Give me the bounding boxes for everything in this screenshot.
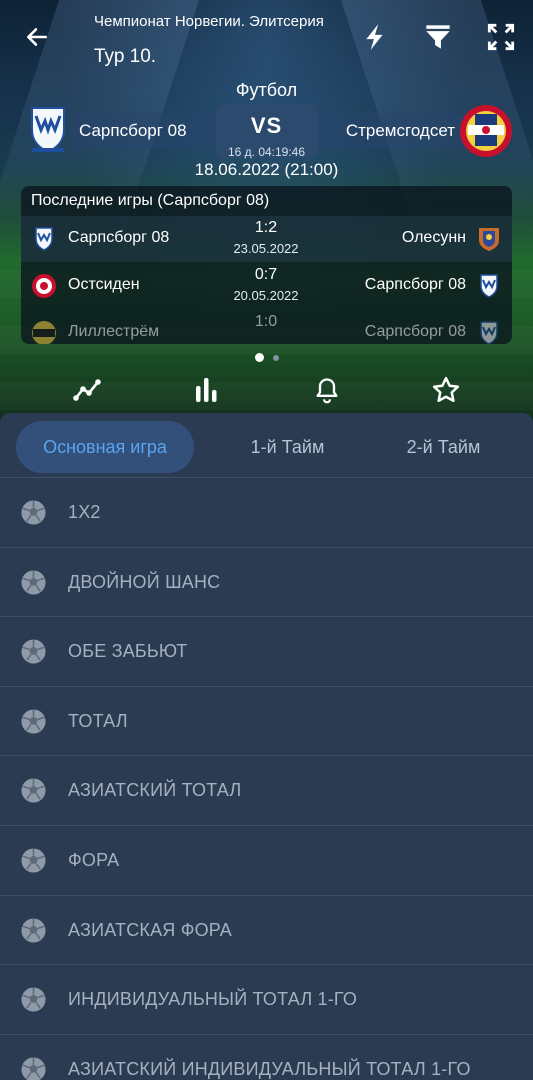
- soccer-ball-icon: [20, 638, 47, 665]
- soccer-ball-icon: [20, 569, 47, 596]
- score: 1:2: [254, 219, 278, 236]
- market-label: 1X2: [68, 502, 101, 522]
- away-team-name[interactable]: Стремсгодсет: [313, 113, 463, 149]
- vs-box: VS 16 д. 04:19:46: [216, 104, 317, 159]
- bell-icon: [316, 378, 338, 404]
- back-button[interactable]: [20, 20, 54, 54]
- away-team: Олесунн: [401, 229, 466, 246]
- line-chart-icon: [73, 379, 101, 401]
- home-team-label: Сарпсборг 08: [79, 121, 187, 140]
- game-row[interactable]: Лиллестрём 1:0 Сарпсборг 08: [21, 310, 512, 344]
- league-name: Чемпионат Норвегии. Элитсерия: [94, 13, 324, 30]
- expand-icon: [487, 23, 515, 51]
- market-label: ОБЕ ЗАБЬЮТ: [68, 641, 188, 662]
- soccer-ball-icon: [20, 847, 47, 874]
- soccer-ball-icon: [20, 777, 47, 804]
- match-date: 23.05.2022: [233, 241, 299, 256]
- team-logo: [32, 274, 56, 298]
- sport-label: Футбол: [235, 80, 298, 100]
- notify-button[interactable]: [309, 373, 345, 407]
- star-icon: [432, 376, 460, 402]
- home-team: Остсиден: [68, 276, 140, 293]
- market-row[interactable]: АЗИАТСКИЙ ТОТАЛ: [0, 755, 533, 824]
- away-team: Сарпсборг 08: [364, 276, 466, 293]
- market-label: ТОТАЛ: [68, 710, 128, 731]
- score: 1:0: [254, 313, 278, 330]
- bar-chart-icon: [196, 378, 217, 402]
- away-team-label: Стремсгодсет: [345, 121, 455, 140]
- market-row[interactable]: ТОТАЛ: [0, 685, 533, 755]
- market-label: АЗИАТСКИЙ ИНДИВИДУАЛЬНЫЙ ТОТАЛ 1-ГО: [68, 1058, 471, 1079]
- favorite-button[interactable]: [428, 373, 464, 407]
- match-date: 20.05.2022: [233, 288, 299, 303]
- vs-label: VS: [250, 113, 283, 138]
- kickoff-datetime: 18.06.2022 (21:00): [194, 160, 339, 179]
- game-row[interactable]: Сарпсборг 08 1:2 23.05.2022 Олесунн: [21, 216, 512, 262]
- stats-bars-button[interactable]: [188, 373, 224, 407]
- market-label: АЗИАТСКИЙ ТОТАЛ: [68, 780, 242, 801]
- score: 0:7: [254, 266, 278, 283]
- market-label: ФОРА: [68, 850, 120, 870]
- fullscreen-button[interactable]: [484, 20, 518, 54]
- market-row[interactable]: АЗИАТСКИЙ ИНДИВИДУАЛЬНЫЙ ТОТАЛ 1-ГО: [0, 1033, 533, 1080]
- action-row: [0, 368, 533, 412]
- home-team-logo[interactable]: [22, 104, 74, 156]
- away-team-logo[interactable]: [459, 104, 513, 158]
- stats-line-button[interactable]: [69, 373, 105, 407]
- team-logo: [32, 321, 56, 344]
- home-team-name[interactable]: Сарпсборг 08: [70, 113, 220, 149]
- filter-button[interactable]: [421, 20, 455, 54]
- soccer-ball-icon: [20, 1056, 47, 1080]
- market-row[interactable]: ИНДИВИДУАЛЬНЫЙ ТОТАЛ 1-ГО: [0, 964, 533, 1033]
- flash-button[interactable]: [358, 20, 392, 54]
- countdown-timer: 16 д. 04:19:46: [227, 145, 306, 159]
- match-header: Чемпионат Норвегии. Элитсерия Тур 10. Фу…: [0, 0, 533, 420]
- market-row[interactable]: 1X2: [0, 477, 533, 546]
- away-team: Сарпсборг 08: [364, 323, 466, 340]
- soccer-ball-icon: [20, 986, 47, 1013]
- team-logo: [479, 228, 499, 251]
- market-label: ИНДИВИДУАЛЬНЫЙ ТОТАЛ 1-ГО: [68, 989, 358, 1010]
- home-team: Сарпсборг 08: [68, 229, 170, 246]
- last-games-title: Последние игры (Сарпсборг 08): [31, 192, 270, 209]
- tab-main-game[interactable]: Основная игра: [16, 421, 194, 473]
- pager-dots[interactable]: [0, 353, 533, 362]
- market-row[interactable]: ДВОЙНОЙ ШАНС: [0, 546, 533, 616]
- team-logo: [480, 274, 498, 298]
- round-label: Тур 10.: [94, 46, 157, 67]
- team-logo: [480, 321, 498, 344]
- lightning-icon: [366, 24, 383, 50]
- pager-dot[interactable]: [272, 354, 279, 361]
- top-bar: Чемпионат Норвегии. Элитсерия Тур 10.: [0, 0, 533, 80]
- last-games-panel[interactable]: Последние игры (Сарпсборг 08) Сарпсборг …: [21, 186, 512, 344]
- soccer-ball-icon: [20, 499, 47, 526]
- home-team: Лиллестрём: [68, 323, 160, 340]
- filter-icon: [426, 25, 450, 49]
- soccer-ball-icon: [20, 708, 47, 735]
- period-tabs: Основная игра 1-й Тайм 2-й Тайм: [0, 413, 533, 477]
- market-label: ДВОЙНОЙ ШАНС: [68, 571, 221, 592]
- markets-sheet: Основная игра 1-й Тайм 2-й Тайм 1X2 ДВОЙН…: [0, 413, 533, 1080]
- tab-second-half[interactable]: 2-й Тайм: [372, 421, 515, 473]
- tab-first-half[interactable]: 1-й Тайм: [210, 421, 365, 473]
- arrow-left-icon: [27, 28, 47, 46]
- market-row[interactable]: ОБЕ ЗАБЬЮТ: [0, 616, 533, 685]
- team-logo: [35, 227, 53, 251]
- game-row[interactable]: Остсиден 0:7 20.05.2022 Сарпсборг 08: [21, 263, 512, 309]
- market-label: АЗИАТСКАЯ ФОРА: [68, 919, 232, 940]
- market-row[interactable]: ФОРА: [0, 825, 533, 894]
- pager-dot-active[interactable]: [254, 353, 264, 362]
- soccer-ball-icon: [20, 917, 47, 944]
- market-row[interactable]: АЗИАТСКАЯ ФОРА: [0, 894, 533, 964]
